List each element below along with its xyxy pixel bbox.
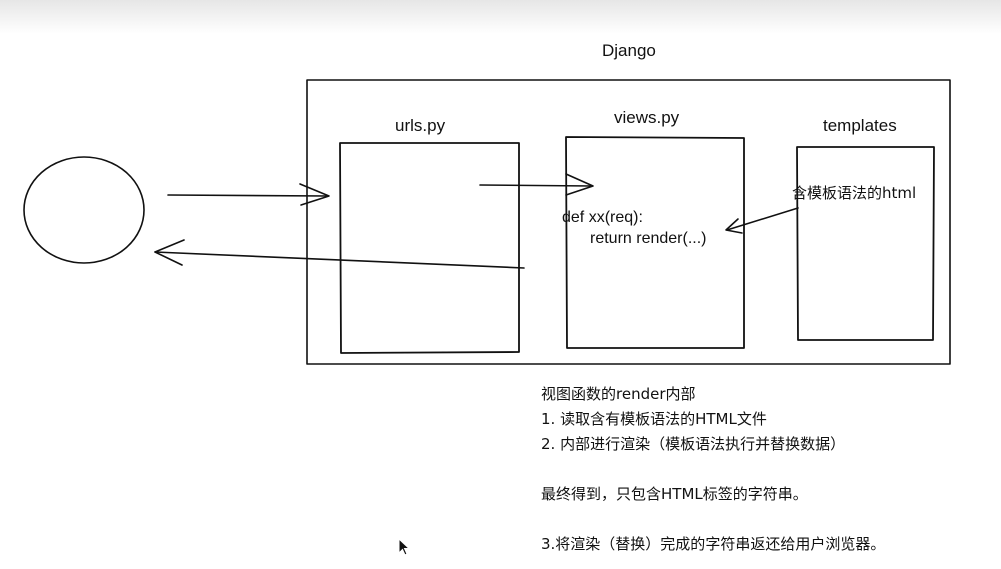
arrow-templates-to-render bbox=[725, 207, 799, 234]
templates-box bbox=[796, 146, 935, 341]
render-notes: 视图函数的render内部 1. 读取含有模板语法的HTML文件 2. 内部进行… bbox=[541, 382, 885, 557]
client-circle bbox=[23, 156, 145, 264]
notes-blank-2 bbox=[541, 507, 885, 532]
urls-label: urls.py bbox=[395, 116, 446, 135]
arrow-request-to-urls bbox=[167, 183, 330, 206]
notes-step-2: 2. 内部进行渲染（模板语法执行并替换数据） bbox=[541, 435, 846, 453]
notes-blank-1 bbox=[541, 457, 885, 482]
notes-step-3: 3.将渲染（替换）完成的字符串返还给用户浏览器。 bbox=[541, 535, 886, 553]
mouse-pointer-icon bbox=[398, 538, 411, 556]
notes-result: 最终得到，只包含HTML标签的字符串。 bbox=[541, 485, 808, 503]
code-line-def: def xx(req): bbox=[562, 209, 643, 226]
code-line-return: return render(...) bbox=[590, 230, 707, 247]
notes-step-1: 1. 读取含有模板语法的HTML文件 bbox=[541, 410, 767, 428]
notes-heading: 视图函数的render内部 bbox=[541, 385, 696, 403]
urls-box bbox=[339, 142, 520, 354]
arrow-urls-to-views bbox=[479, 173, 594, 196]
views-label: views.py bbox=[614, 108, 680, 127]
templates-label: templates bbox=[823, 116, 897, 135]
arrow-response-to-client bbox=[154, 239, 525, 269]
template-note: 含模板语法的html bbox=[792, 184, 917, 202]
django-title: Django bbox=[602, 41, 656, 60]
